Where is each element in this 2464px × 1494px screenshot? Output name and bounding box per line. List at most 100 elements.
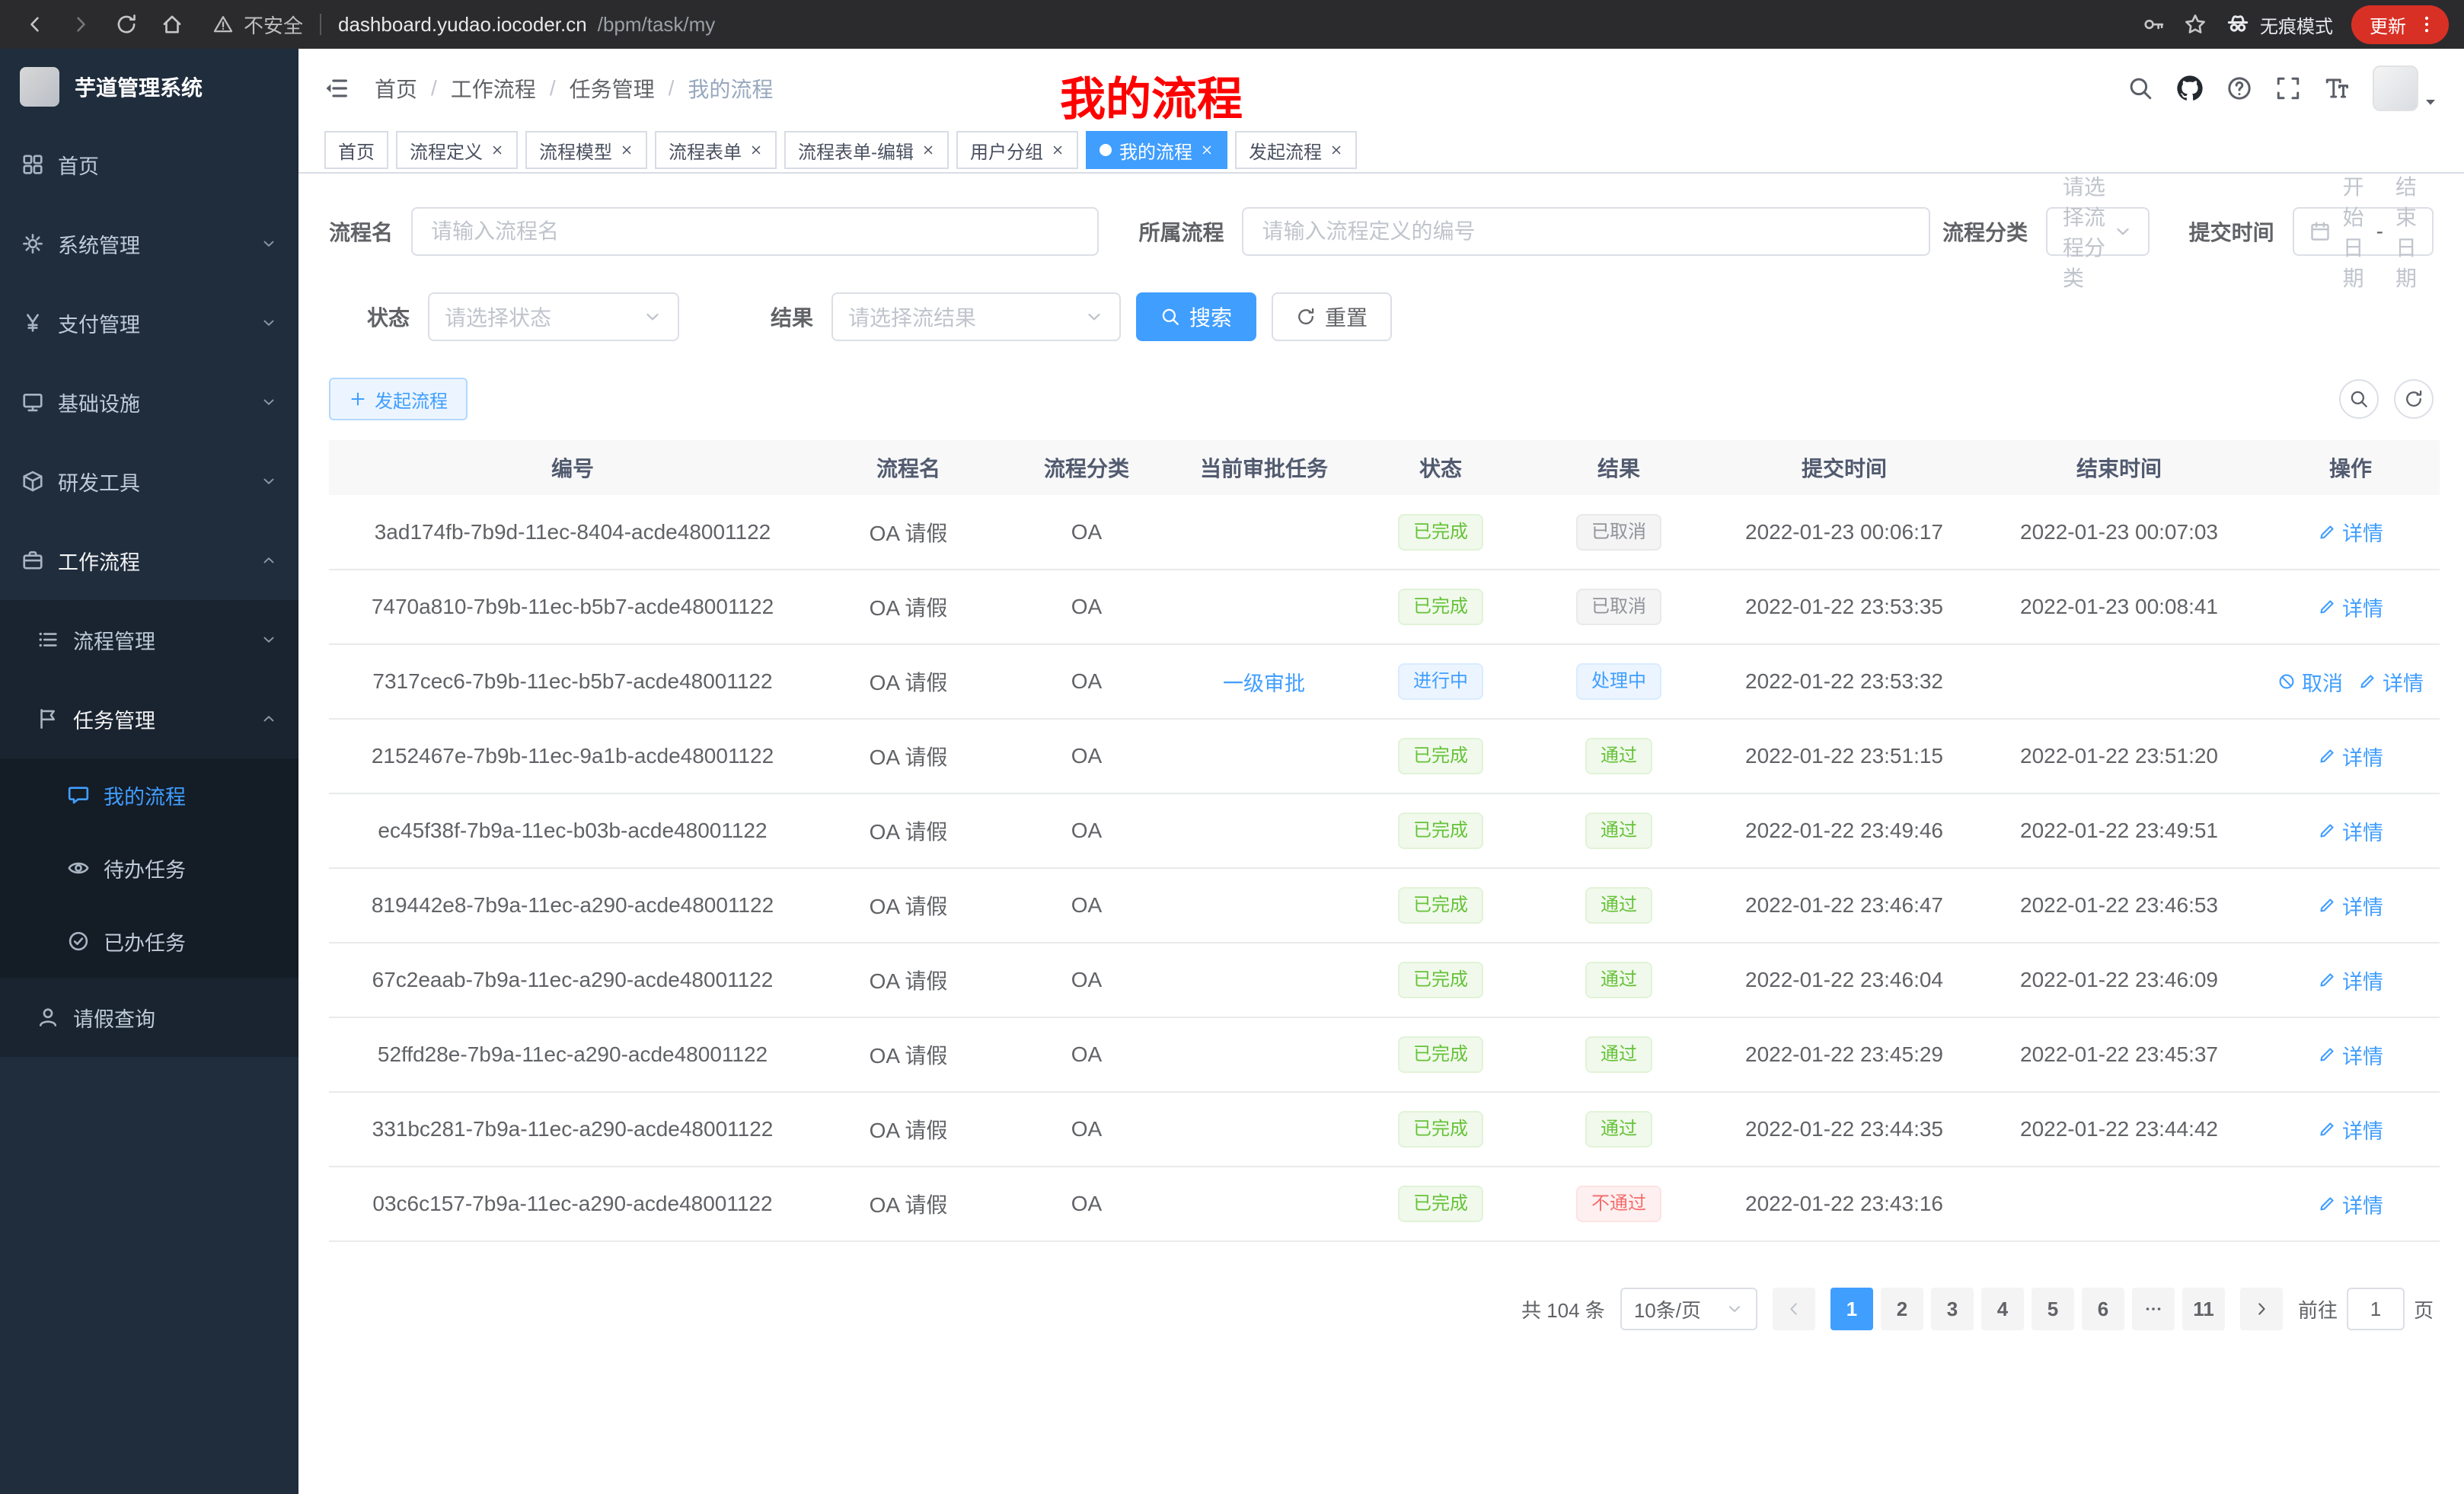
detail-action-link[interactable]: 详情 bbox=[2318, 517, 2383, 547]
detail-action-link[interactable]: 详情 bbox=[2318, 966, 2383, 995]
screen: 不安全 dashboard.yudao.iocoder.cn/bpm/task/… bbox=[0, 0, 2464, 1494]
sidebar-item-done-task[interactable]: 已办任务 bbox=[0, 905, 298, 978]
parent-process-input[interactable] bbox=[1242, 207, 1929, 256]
fullscreen-icon[interactable] bbox=[2275, 75, 2301, 101]
annotation-title: 我的流程 bbox=[1060, 62, 1243, 129]
hamburger-icon[interactable] bbox=[323, 75, 350, 102]
goto-page-input[interactable] bbox=[2347, 1288, 2405, 1330]
prev-page-button[interactable] bbox=[1773, 1288, 1815, 1330]
tab-流程表单-编辑[interactable]: 流程表单-编辑 bbox=[784, 131, 949, 169]
current-task-link[interactable]: 一级审批 bbox=[1223, 672, 1305, 695]
cell-end-time: 2022-01-22 23:45:37 bbox=[1977, 1017, 2261, 1092]
tab-流程模型[interactable]: 流程模型 bbox=[525, 131, 647, 169]
page-button-2[interactable]: 2 bbox=[1881, 1288, 1923, 1330]
sidebar-item-todo-task[interactable]: 待办任务 bbox=[0, 832, 298, 905]
more-pages-button[interactable] bbox=[2132, 1288, 2175, 1330]
browser-forward-icon[interactable] bbox=[61, 5, 101, 44]
sidebar-item-task-management[interactable]: 任务管理 bbox=[0, 679, 298, 758]
cell-current-task bbox=[1173, 943, 1355, 1017]
bookmark-star-icon[interactable] bbox=[2184, 13, 2207, 36]
close-icon[interactable] bbox=[1329, 143, 1343, 157]
close-icon[interactable] bbox=[490, 143, 504, 157]
tab-label: 用户分组 bbox=[970, 137, 1043, 164]
page-button-1[interactable]: 1 bbox=[1830, 1288, 1873, 1330]
cell-current-task bbox=[1173, 1017, 1355, 1092]
tab-我的流程[interactable]: 我的流程 bbox=[1086, 131, 1227, 169]
browser-home-icon[interactable] bbox=[152, 5, 192, 44]
cell-id: 67c2eaab-7b9a-11ec-a290-acde48001122 bbox=[329, 943, 816, 1017]
detail-action-link[interactable]: 详情 bbox=[2318, 1040, 2383, 1070]
sidebar-item-infrastructure[interactable]: 基础设施 bbox=[0, 362, 298, 442]
next-page-button[interactable] bbox=[2240, 1288, 2283, 1330]
detail-action-link[interactable]: 详情 bbox=[2318, 1189, 2383, 1219]
help-icon[interactable] bbox=[2226, 75, 2252, 101]
detail-action-link[interactable]: 详情 bbox=[2358, 667, 2424, 697]
create-process-button[interactable]: 发起流程 bbox=[329, 378, 468, 420]
status-select[interactable]: 请选择状态 bbox=[428, 292, 679, 341]
sidebar-submenu: 我的流程 待办任务 已办任务 bbox=[0, 758, 298, 978]
detail-action-link[interactable]: 详情 bbox=[2318, 592, 2383, 622]
breadcrumb-item[interactable]: 工作流程 bbox=[451, 73, 536, 104]
detail-action-link[interactable]: 详情 bbox=[2318, 891, 2383, 921]
update-button[interactable]: 更新 bbox=[2351, 5, 2449, 44]
cell-end-time: 2022-01-22 23:51:20 bbox=[1977, 719, 2261, 793]
tab-用户分组[interactable]: 用户分组 bbox=[956, 131, 1078, 169]
page-button-11[interactable]: 11 bbox=[2182, 1288, 2225, 1330]
toggle-search-button[interactable] bbox=[2339, 379, 2379, 419]
chat-icon bbox=[67, 784, 90, 806]
detail-action-link[interactable]: 详情 bbox=[2318, 1115, 2383, 1144]
tab-流程表单[interactable]: 流程表单 bbox=[655, 131, 777, 169]
page-button-5[interactable]: 5 bbox=[2032, 1288, 2074, 1330]
cell-id: 331bc281-7b9a-11ec-a290-acde48001122 bbox=[329, 1092, 816, 1167]
sidebar-item-process-management[interactable]: 流程管理 bbox=[0, 600, 298, 679]
close-icon[interactable] bbox=[1051, 143, 1064, 157]
process-name-input[interactable] bbox=[411, 207, 1099, 256]
tab-首页[interactable]: 首页 bbox=[324, 131, 388, 169]
user-menu[interactable] bbox=[2373, 65, 2440, 111]
submit-time-range-picker[interactable]: 开始日期 - 结束日期 bbox=[2293, 207, 2434, 256]
github-icon[interactable] bbox=[2176, 75, 2204, 102]
cancel-action-link[interactable]: 取消 bbox=[2277, 667, 2343, 697]
sidebar-item-home[interactable]: 首页 bbox=[0, 125, 298, 204]
status-badge: 已完成 bbox=[1398, 812, 1483, 849]
category-select[interactable]: 请选择流程分类 bbox=[2046, 207, 2150, 256]
address-bar[interactable]: 不安全 dashboard.yudao.iocoder.cn/bpm/task/… bbox=[198, 11, 2137, 39]
page-button-3[interactable]: 3 bbox=[1931, 1288, 1974, 1330]
search-button[interactable]: 搜索 bbox=[1136, 292, 1256, 341]
browser-back-icon[interactable] bbox=[15, 5, 55, 44]
close-icon[interactable] bbox=[620, 143, 634, 157]
breadcrumb-item[interactable]: 任务管理 bbox=[570, 73, 655, 104]
detail-action-link[interactable]: 详情 bbox=[2318, 742, 2383, 771]
close-icon[interactable] bbox=[921, 143, 935, 157]
close-icon[interactable] bbox=[1200, 143, 1214, 157]
page-button-4[interactable]: 4 bbox=[1981, 1288, 2024, 1330]
detail-action-link[interactable]: 详情 bbox=[2318, 816, 2383, 846]
sidebar-item-leave-query[interactable]: 请假查询 bbox=[0, 978, 298, 1057]
sidebar-item-dev-tools[interactable]: 研发工具 bbox=[0, 442, 298, 521]
sidebar-item-system-management[interactable]: 系统管理 bbox=[0, 204, 298, 283]
sidebar-item-workflow[interactable]: 工作流程 bbox=[0, 521, 298, 600]
sidebar-item-payment-management[interactable]: 支付管理 bbox=[0, 283, 298, 362]
tab-发起流程[interactable]: 发起流程 bbox=[1235, 131, 1357, 169]
browser-menu-icon[interactable] bbox=[2417, 14, 2437, 34]
reset-button[interactable]: 重置 bbox=[1272, 292, 1392, 341]
column-header: 结束时间 bbox=[1977, 440, 2261, 495]
tab-流程定义[interactable]: 流程定义 bbox=[396, 131, 518, 169]
browser-reload-icon[interactable] bbox=[107, 5, 146, 44]
font-size-icon[interactable] bbox=[2324, 75, 2350, 101]
cell-current-task: 一级审批 bbox=[1173, 644, 1355, 719]
close-icon[interactable] bbox=[749, 143, 763, 157]
result-select[interactable]: 请选择流结果 bbox=[831, 292, 1121, 341]
sidebar-item-label: 我的流程 bbox=[104, 781, 186, 810]
header-search-icon[interactable] bbox=[2127, 75, 2153, 101]
refresh-table-button[interactable] bbox=[2394, 379, 2434, 419]
app-logo[interactable]: 芋道管理系统 bbox=[0, 49, 298, 125]
page-button-6[interactable]: 6 bbox=[2082, 1288, 2124, 1330]
sidebar-item-my-process[interactable]: 我的流程 bbox=[0, 758, 298, 832]
column-header: 提交时间 bbox=[1712, 440, 1977, 495]
cell-submit-time: 2022-01-22 23:46:04 bbox=[1712, 943, 1977, 1017]
key-icon[interactable] bbox=[2143, 13, 2166, 36]
breadcrumb-item[interactable]: 首页 bbox=[375, 73, 417, 104]
avatar[interactable] bbox=[2373, 65, 2418, 111]
page-size-select[interactable]: 10条/页 bbox=[1620, 1288, 1757, 1330]
